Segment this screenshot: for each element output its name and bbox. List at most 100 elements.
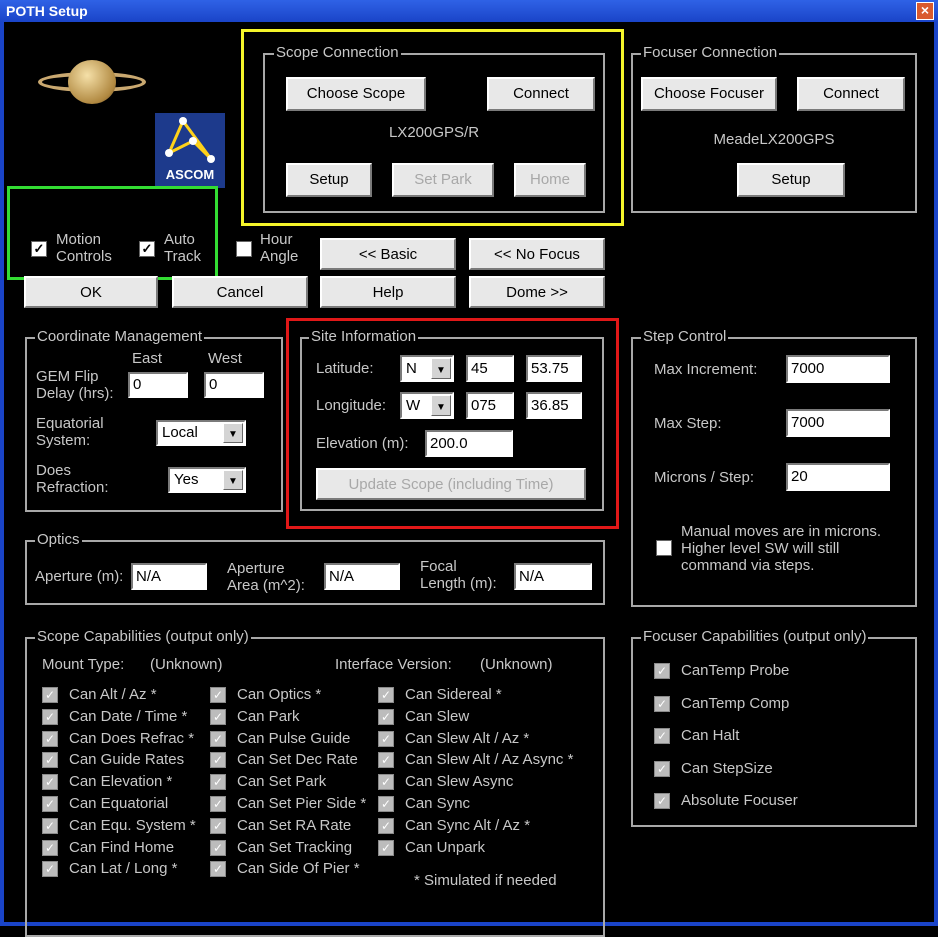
capability-label: Can Guide Rates: [69, 751, 185, 769]
choose-focuser-button[interactable]: Choose Focuser: [641, 77, 777, 111]
gem-flip-east-input[interactable]: 0: [128, 372, 188, 398]
saturn-icon: [38, 60, 146, 104]
mount-type-label: Mount Type:: [42, 656, 125, 673]
capability-label: Can Halt: [681, 727, 740, 744]
capability-checkbox: ✓: [42, 687, 58, 703]
capability-checkbox: ✓: [378, 839, 394, 856]
equatorial-system-select[interactable]: Local ▼: [156, 420, 246, 446]
capability-checkbox: ✓: [42, 752, 58, 769]
capability-checkbox: ✓: [210, 730, 226, 747]
aperture-label: Aperture (m):: [35, 568, 124, 585]
equatorial-system-label: Equatorial System:: [36, 415, 104, 449]
simulated-note: * Simulated if needed: [414, 872, 557, 889]
capability-checkbox: ✓: [210, 752, 226, 769]
red-highlight-box: [286, 318, 619, 529]
capability-checkbox: ✓: [654, 728, 670, 744]
capability-label: Can Park: [237, 707, 300, 725]
scope-capabilities-label: Scope Capabilities (output only): [35, 628, 251, 645]
capability-checkbox: ✓: [378, 752, 394, 769]
capability-label: CanTemp Comp: [681, 694, 790, 712]
microns-step-input[interactable]: 20: [786, 463, 890, 491]
capability-checkbox: ✓: [378, 774, 394, 791]
max-increment-input[interactable]: 7000: [786, 355, 890, 383]
green-highlight-box: [7, 186, 218, 280]
microns-step-label: Microns / Step:: [654, 469, 755, 486]
capability-checkbox: ✓: [378, 817, 394, 834]
capability-label: Can Lat / Long *: [69, 860, 178, 878]
capability-checkbox: ✓: [42, 817, 58, 834]
capability-checkbox: ✓: [654, 760, 670, 777]
capability-checkbox: ✓: [42, 796, 58, 812]
optics-label: Optics: [35, 531, 82, 548]
capability-label: Absolute Focuser: [681, 792, 798, 809]
focuser-connect-button[interactable]: Connect: [797, 77, 905, 111]
capability-checkbox: ✓: [210, 861, 226, 878]
basic-button[interactable]: << Basic: [320, 238, 456, 270]
focuser-driver-name: MeadeLX200GPS: [713, 131, 835, 148]
max-step-input[interactable]: 7000: [786, 409, 890, 437]
capability-label: Can Sidereal *: [405, 686, 502, 703]
window-title: POTH Setup: [6, 3, 88, 19]
no-focus-button[interactable]: << No Focus: [469, 238, 605, 270]
capability-checkbox: ✓: [654, 663, 670, 679]
manual-moves-label: Manual moves are in microns. Higher level…: [681, 523, 882, 574]
gem-flip-west-input[interactable]: 0: [204, 372, 264, 398]
aperture-input[interactable]: N/A: [131, 563, 207, 590]
capability-label: Can Slew: [405, 707, 470, 725]
focal-length-input[interactable]: N/A: [514, 563, 592, 590]
east-label: East: [132, 350, 163, 367]
capability-checkbox: ✓: [42, 708, 58, 725]
ok-button[interactable]: OK: [24, 276, 158, 308]
capability-label: Can StepSize: [681, 759, 773, 777]
capability-label: Can Slew Alt / Az Async *: [405, 751, 574, 769]
capability-label: Can Slew Async: [405, 773, 514, 791]
capability-checkbox: ✓: [210, 687, 226, 703]
capability-label: Can Elevation *: [69, 773, 173, 791]
capability-checkbox: ✓: [378, 708, 394, 725]
capability-checkbox: ✓: [378, 687, 394, 703]
max-increment-label: Max Increment:: [654, 361, 758, 378]
help-button[interactable]: Help: [320, 276, 456, 308]
manual-moves-checkbox[interactable]: [656, 540, 672, 556]
capability-label: Can Side Of Pier *: [237, 860, 360, 878]
hour-angle-label: Hour Angle: [260, 231, 299, 265]
capability-label: Can Date / Time *: [69, 707, 188, 725]
capability-label: Can Set Dec Rate: [237, 751, 358, 769]
capability-checkbox: ✓: [42, 861, 58, 878]
capability-label: Can Sync: [405, 795, 471, 812]
capability-checkbox: ✓: [378, 796, 394, 812]
dome-button[interactable]: Dome >>: [469, 276, 605, 308]
capability-label: CanTemp Probe: [681, 662, 790, 679]
aperture-area-input[interactable]: N/A: [324, 563, 400, 590]
chevron-down-icon: ▼: [223, 423, 243, 443]
capability-checkbox: ✓: [210, 817, 226, 834]
capability-label: Can Find Home: [69, 838, 175, 856]
capability-checkbox: ✓: [210, 839, 226, 856]
mount-type-value: (Unknown): [150, 656, 223, 673]
capability-checkbox: ✓: [42, 839, 58, 856]
interface-version-value: (Unknown): [480, 656, 553, 673]
focuser-capabilities-label: Focuser Capabilities (output only): [641, 628, 869, 645]
refraction-label: Does Refraction:: [36, 462, 109, 496]
west-label: West: [208, 350, 242, 367]
chevron-down-icon: ▼: [223, 470, 243, 490]
capability-label: Can Pulse Guide: [237, 729, 351, 747]
max-step-label: Max Step:: [654, 415, 722, 432]
focuser-setup-button[interactable]: Setup: [737, 163, 845, 197]
refraction-select[interactable]: Yes ▼: [168, 467, 246, 493]
capability-checkbox: ✓: [210, 796, 226, 812]
focal-length-label: Focal Length (m):: [420, 558, 497, 592]
ascom-text: ASCOM: [165, 167, 215, 182]
capability-label: Can Set RA Rate: [237, 816, 352, 834]
hour-angle-checkbox[interactable]: [236, 241, 252, 257]
capability-label: Can Alt / Az *: [69, 686, 157, 703]
capability-checkbox: ✓: [654, 793, 670, 809]
cancel-button[interactable]: Cancel: [172, 276, 308, 308]
yellow-highlight-box: [241, 29, 624, 226]
gem-flip-label: GEM Flip Delay (hrs):: [36, 368, 114, 402]
coordinate-management-label: Coordinate Management: [35, 328, 205, 345]
title-bar: POTH Setup: [0, 0, 938, 22]
capability-label: Can Unpark: [405, 838, 486, 856]
close-icon[interactable]: ×: [916, 2, 934, 20]
capability-checkbox: ✓: [210, 708, 226, 725]
